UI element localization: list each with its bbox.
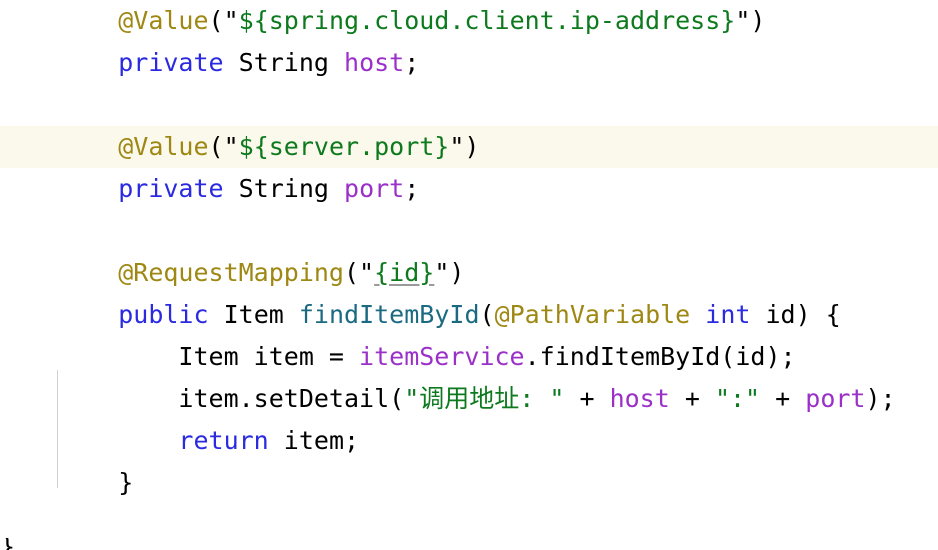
code-editor[interactable]: @Value("${spring.cloud.client.ip-address… <box>0 0 938 550</box>
token-field: itemService <box>359 342 525 371</box>
line-blank-2[interactable] <box>0 210 938 252</box>
token-method: findItemById <box>298 300 480 329</box>
indent-guide <box>57 370 58 488</box>
token-plain: ") <box>449 132 480 161</box>
token-plain: ; <box>404 174 420 203</box>
token-plain: (" <box>208 6 239 35</box>
token-plain: ") <box>434 258 465 287</box>
code-surface[interactable]: @Value("${spring.cloud.client.ip-address… <box>0 0 938 550</box>
token-plain: (" <box>208 132 239 161</box>
token-keyword: int <box>705 300 751 329</box>
token-string: ":" <box>714 384 761 413</box>
token-plain: + <box>760 384 806 413</box>
token-annotation: @Value <box>118 132 209 161</box>
clipped-bottom-brace: } <box>0 538 24 550</box>
token-field: port <box>805 384 866 413</box>
line-blank-1[interactable] <box>0 84 938 126</box>
line-private-port[interactable]: private String port; <box>0 168 938 210</box>
token-plain: (" <box>344 258 375 287</box>
line-set-detail[interactable]: item.setDetail("调用地址: " + host + ":" + p… <box>0 378 938 420</box>
token-keyword: public <box>118 300 209 329</box>
token-plain: item; <box>268 426 360 455</box>
token-field: port <box>344 174 405 203</box>
line-close-brace[interactable]: } <box>0 462 938 504</box>
token-field: host <box>344 48 405 77</box>
token-string: ${server.port} <box>238 132 450 161</box>
token-keyword: return <box>178 426 269 455</box>
token-plain: } <box>118 468 134 497</box>
line-value-ip[interactable]: @Value("${spring.cloud.client.ip-address… <box>0 0 938 42</box>
token-type: String <box>238 48 329 77</box>
token-plain: .findItemById(id); <box>524 342 796 371</box>
line-find-item[interactable]: Item item = itemService.findItemById(id)… <box>0 336 938 378</box>
token-plain: + <box>669 384 715 413</box>
token-keyword: private <box>118 48 224 77</box>
token-plain: id) { <box>750 300 841 329</box>
token-keyword: private <box>118 174 224 203</box>
token-annotation: @PathVariable <box>494 300 691 329</box>
token-string: ${spring.cloud.client.ip-address} <box>238 6 736 35</box>
token-annotation: @RequestMapping <box>118 258 344 287</box>
token-field: host <box>609 384 670 413</box>
token-plain: ; <box>404 48 420 77</box>
token-plain: ); <box>865 384 896 413</box>
token-plain: item.setDetail( <box>178 384 405 413</box>
token-plain: Item item = <box>178 342 360 371</box>
token-url: {id} <box>374 258 435 287</box>
line-private-host[interactable]: private String host; <box>0 42 938 84</box>
token-annotation: @Value <box>118 6 209 35</box>
token-type: String <box>238 174 329 203</box>
token-plain: ") <box>735 6 766 35</box>
line-request-mapping[interactable]: @RequestMapping("{id}") <box>0 252 938 294</box>
token-type: Item <box>223 300 284 329</box>
token-plain: ( <box>479 300 495 329</box>
line-method-signature[interactable]: public Item findItemById(@PathVariable i… <box>0 294 938 336</box>
line-value-port[interactable]: @Value("${server.port}") <box>0 126 938 168</box>
token-plain: + <box>564 384 610 413</box>
line-return[interactable]: return item; <box>0 420 938 462</box>
token-string: "调用地址: " <box>404 384 565 413</box>
